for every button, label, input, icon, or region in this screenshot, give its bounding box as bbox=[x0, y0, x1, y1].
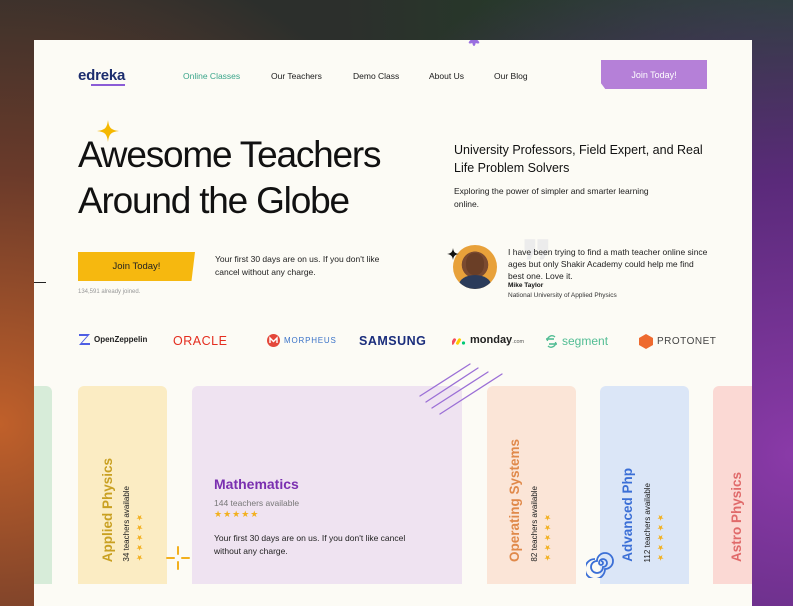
nav-our-teachers[interactable]: Our Teachers bbox=[271, 71, 322, 81]
course-card-applied-physics[interactable]: Applied Physics 34 teachers available ★★… bbox=[78, 386, 167, 584]
brand-samsung: SAMSUNG bbox=[359, 334, 427, 348]
brand-oracle: ORACLE bbox=[173, 334, 228, 348]
testimonial-name: Mike Taylor bbox=[508, 282, 544, 289]
course-count: 112 teachers available bbox=[643, 482, 652, 562]
logo-underline bbox=[91, 84, 125, 86]
course-title: Operating Systems bbox=[507, 438, 522, 562]
star-icon bbox=[447, 248, 459, 260]
course-card-astro-physics[interactable]: Astro Physics bbox=[713, 386, 752, 584]
joined-count: 134,591 already joined. bbox=[78, 289, 141, 295]
hero-subhead: University Professors, Field Expert, and… bbox=[454, 143, 703, 175]
brand-openzeppelin: OpenZeppelin bbox=[79, 334, 147, 345]
trial-note: Your first 30 days are on us. If you don… bbox=[215, 254, 380, 277]
nav-demo-class[interactable]: Demo Class bbox=[353, 71, 399, 81]
nav-about-us[interactable]: About Us bbox=[429, 71, 464, 81]
course-rating: ★★★★★ bbox=[214, 510, 260, 520]
swirl-icon bbox=[586, 552, 614, 578]
hero-subtext: Exploring the power of simpler and smart… bbox=[454, 186, 649, 209]
avatar bbox=[453, 245, 497, 289]
nav-our-blog[interactable]: Our Blog bbox=[494, 71, 528, 81]
monday-icon bbox=[452, 337, 466, 345]
join-today-nav-button[interactable]: Join Today! bbox=[601, 60, 707, 89]
sparkle-yellow-icon bbox=[166, 546, 190, 570]
course-rating: ★★★★★ bbox=[543, 512, 552, 562]
brand-logo[interactable]: edreka bbox=[78, 67, 125, 84]
hatch-lines-icon bbox=[419, 363, 503, 415]
course-card-partial-left[interactable] bbox=[34, 386, 52, 584]
course-rating: ★★★★★ bbox=[656, 512, 665, 562]
divider-mark bbox=[34, 282, 46, 283]
brand-protonet: PROTONET bbox=[639, 334, 716, 349]
join-today-hero-button[interactable]: Join Today! bbox=[78, 252, 195, 281]
protonet-icon bbox=[639, 334, 653, 349]
testimonial-quote: I have been trying to find a math teache… bbox=[508, 247, 708, 281]
course-title: Advanced Php bbox=[620, 468, 635, 562]
brand-morpheus: MORPHEUS bbox=[267, 334, 337, 347]
course-title: Applied Physics bbox=[100, 457, 115, 562]
course-count: 144 teachers available bbox=[214, 498, 300, 508]
testimonial-org: National University of Applied Physics bbox=[508, 292, 617, 299]
course-note: Your first 30 days are on us. If you don… bbox=[214, 533, 406, 556]
flower-icon bbox=[468, 40, 480, 46]
morpheus-icon bbox=[267, 334, 280, 347]
segment-icon bbox=[546, 334, 557, 348]
course-title: Mathematics bbox=[214, 476, 299, 492]
openzeppelin-icon bbox=[79, 334, 90, 345]
course-count: 34 teachers available bbox=[122, 486, 131, 562]
brand-monday: monday .com bbox=[452, 334, 524, 346]
course-rating: ★★★★★ bbox=[135, 512, 144, 562]
course-count: 82 teachers available bbox=[530, 486, 539, 562]
landing-page: edreka Online Classes Our Teachers Demo … bbox=[34, 40, 752, 606]
course-title: Astro Physics bbox=[729, 471, 744, 562]
brand-segment: segment bbox=[545, 334, 608, 348]
hero-title: Awesome Teachers Around the Globe bbox=[78, 134, 382, 221]
nav-online-classes[interactable]: Online Classes bbox=[183, 71, 240, 81]
